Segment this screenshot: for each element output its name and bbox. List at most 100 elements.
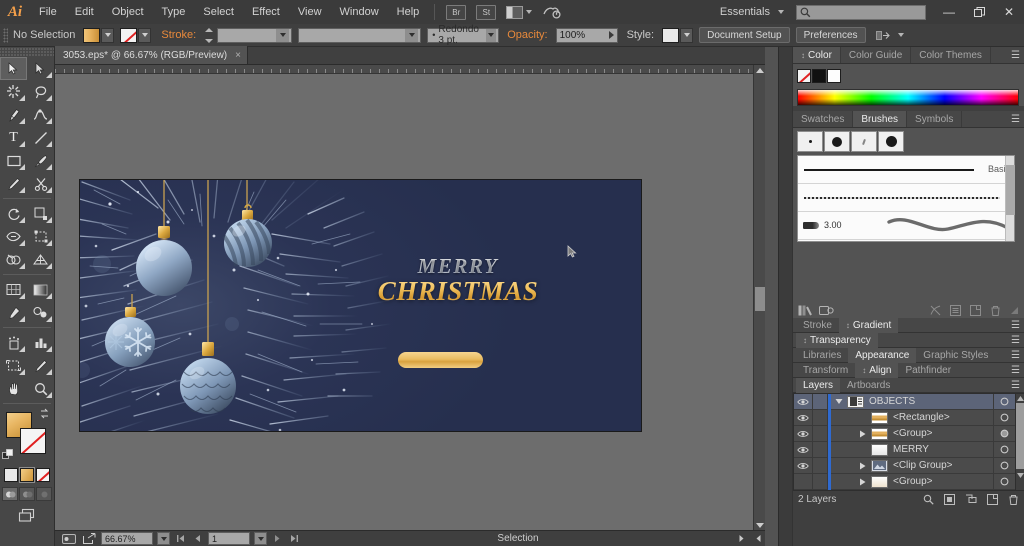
stroke-color-indicator[interactable] [20,428,46,454]
draw-normal-button[interactable] [2,487,18,501]
creative-cloud-icon[interactable] [543,5,561,19]
canvas-area[interactable]: MERRY CHRISTMAS [55,65,765,530]
target-indicator[interactable] [993,457,1015,474]
preview-icon[interactable] [61,533,77,545]
fill-dropdown[interactable] [101,27,115,43]
document-tab[interactable]: 3053.eps* @ 66.67% (RGB/Preview) × [55,46,248,64]
pen-tool[interactable] [0,103,27,126]
target-indicator[interactable] [993,409,1015,426]
menu-window[interactable]: Window [331,0,388,24]
brush-list[interactable]: Basic 3.00 [797,155,1015,242]
selection-tool[interactable] [0,57,27,80]
expand-triangle-icon[interactable] [847,430,871,438]
opacity-input[interactable]: 100% [555,27,618,43]
tab-color-themes[interactable]: Color Themes [911,47,991,63]
stroke-dropdown[interactable] [138,27,152,43]
locate-object-icon[interactable] [923,494,934,505]
delete-brush-icon[interactable] [990,305,1001,316]
previous-artboard-button[interactable] [191,532,204,545]
preferences-button[interactable]: Preferences [795,27,866,43]
brush-options-icon[interactable] [950,304,961,316]
fill-color-swatch[interactable] [83,27,101,43]
scroll-up-icon[interactable] [755,65,765,75]
visibility-icon[interactable] [794,409,813,426]
tab-transform[interactable]: Transform [796,363,855,378]
perspective-grid-tool[interactable] [27,248,54,271]
libraries-cloud-icon[interactable] [819,305,834,316]
brush-preset-4[interactable] [878,131,904,152]
remove-brush-stroke-icon[interactable] [930,305,941,316]
expand-triangle-icon[interactable] [831,398,847,405]
column-graph-tool[interactable] [27,331,54,354]
close-button[interactable]: ✕ [994,0,1024,24]
target-indicator[interactable] [993,425,1015,442]
make-mask-icon[interactable] [944,493,955,505]
tab-layers[interactable]: Layers [796,377,841,393]
color-panel-menu-icon[interactable]: ☰ [1011,47,1024,63]
type-tool[interactable]: T [0,126,27,149]
stroke-weight-stepper[interactable] [204,27,215,43]
slice-tool[interactable] [27,354,54,377]
vertical-scroll-thumb[interactable] [755,287,765,311]
menu-effect[interactable]: Effect [243,0,289,24]
target-indicator[interactable] [993,393,1015,410]
change-screen-mode-button[interactable] [18,508,36,523]
color-spectrum-ramp[interactable] [797,89,1019,106]
scroll-down-icon[interactable] [755,520,765,530]
swatch-black[interactable] [812,69,826,83]
shape-builder-tool[interactable] [0,248,27,271]
layers-menu-icon[interactable]: ☰ [1011,380,1024,391]
lock-toggle[interactable] [813,425,828,442]
layer-name[interactable]: OBJECTS [869,396,993,407]
layer-name[interactable]: <Group> [893,476,993,487]
rectangle-tool[interactable] [0,149,27,172]
expand-triangle-icon[interactable] [847,478,871,486]
bridge-icon[interactable]: Br [446,4,467,20]
layer-name[interactable]: <Rectangle> [893,412,993,423]
create-sublayer-icon[interactable] [965,494,977,505]
artboard-dropdown[interactable] [254,532,267,545]
lock-toggle[interactable] [813,457,828,474]
lock-toggle[interactable] [813,441,828,458]
draw-behind-button[interactable] [19,487,35,501]
transparency-menu-icon[interactable]: ☰ [1011,335,1024,346]
next-artboard-button[interactable] [271,532,284,545]
restore-button[interactable] [964,0,994,24]
visibility-spacer[interactable] [794,473,813,490]
zoom-tool[interactable] [27,377,54,400]
swap-fill-stroke-icon[interactable] [39,408,50,419]
tools-panel-grip[interactable] [0,47,54,57]
layer-name[interactable]: <Clip Group> [893,460,993,471]
align-menu-icon[interactable]: ☰ [1011,365,1024,376]
tab-brushes[interactable]: Brushes [853,111,908,127]
curvature-tool[interactable] [27,103,54,126]
width-tool[interactable] [0,225,27,248]
stroke-weight-select[interactable] [217,27,293,43]
tab-stroke[interactable]: Stroke [796,318,839,333]
canvas-vertical-scrollbar[interactable] [753,65,765,530]
tab-color-guide[interactable]: Color Guide [841,47,912,63]
delete-layer-icon[interactable] [1008,494,1019,505]
default-fill-stroke-icon[interactable] [2,449,14,461]
layer-row-group-1[interactable]: <Group> [794,425,1015,442]
lock-toggle[interactable] [813,393,828,410]
expand-triangle-icon[interactable] [847,462,871,470]
menu-file[interactable]: File [30,0,66,24]
layer-row-group-2[interactable]: <Group> [794,473,1015,490]
brush-row-basic[interactable]: Basic [798,156,1014,184]
magic-wand-tool[interactable] [0,80,27,103]
tab-graphic-styles[interactable]: Graphic Styles [916,348,995,363]
hand-tool[interactable] [0,377,27,400]
dock-collapse-column[interactable] [779,47,793,546]
swatch-none[interactable] [797,69,811,83]
color-swatch-mode-button[interactable] [4,468,18,482]
control-bar-overflow[interactable] [875,29,904,42]
menu-object[interactable]: Object [103,0,153,24]
status-collapse-button[interactable] [752,532,765,545]
brush-libraries-icon[interactable] [798,305,812,316]
target-indicator[interactable] [993,441,1015,458]
visibility-icon[interactable] [794,393,813,410]
lasso-tool[interactable] [27,80,54,103]
new-brush-icon[interactable] [970,304,981,316]
layers-scrollbar[interactable] [1015,394,1024,490]
